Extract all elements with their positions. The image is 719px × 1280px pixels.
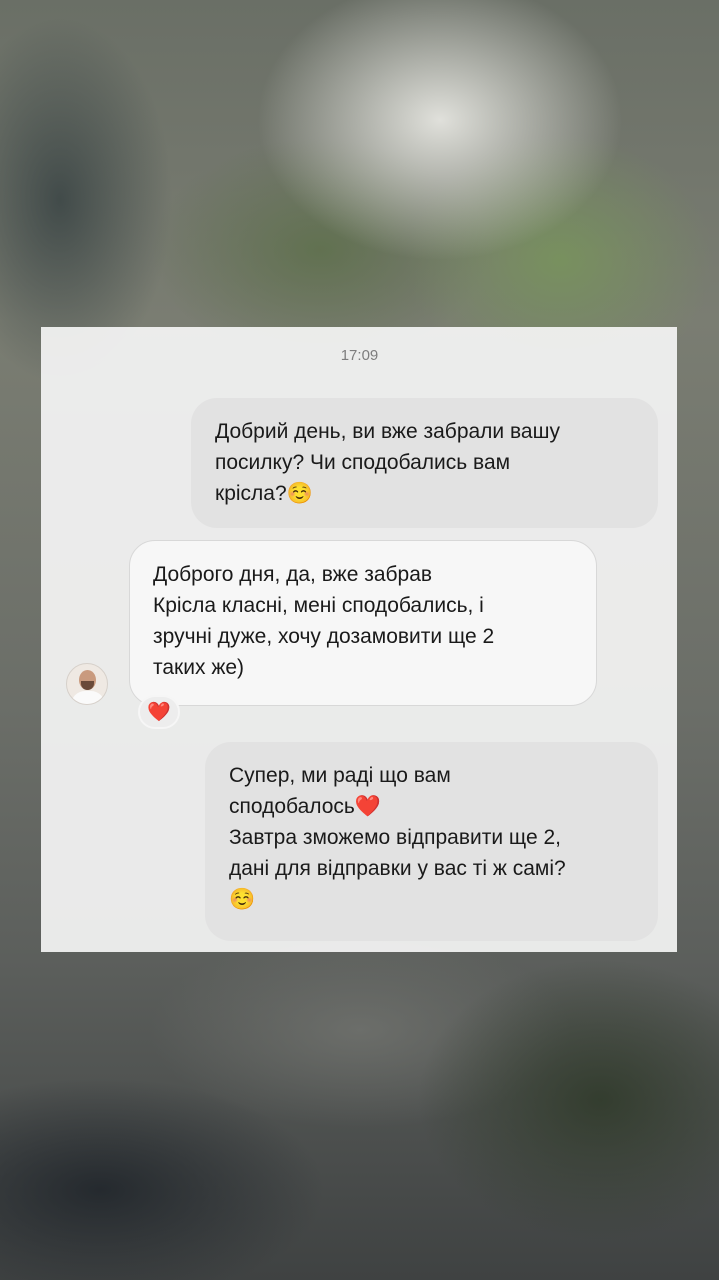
reaction-heart-emoji: ❤️ xyxy=(147,702,171,723)
user-avatar-icon[interactable] xyxy=(66,663,108,705)
heart-reaction-icon[interactable]: ❤️ xyxy=(138,695,180,729)
outgoing-message-bubble[interactable]: Добрий день, ви вже забрали вашу посилку… xyxy=(191,398,658,528)
outgoing-message-bubble[interactable]: Супер, ми раді що вам сподобалось❤️ Завт… xyxy=(205,742,658,941)
message-timestamp: 17:09 xyxy=(340,347,379,364)
avatar-beard xyxy=(81,681,94,690)
avatar-shirt xyxy=(71,691,105,704)
incoming-message-bubble[interactable]: Доброго дня, да, вже забрав Крісла класн… xyxy=(129,540,597,706)
